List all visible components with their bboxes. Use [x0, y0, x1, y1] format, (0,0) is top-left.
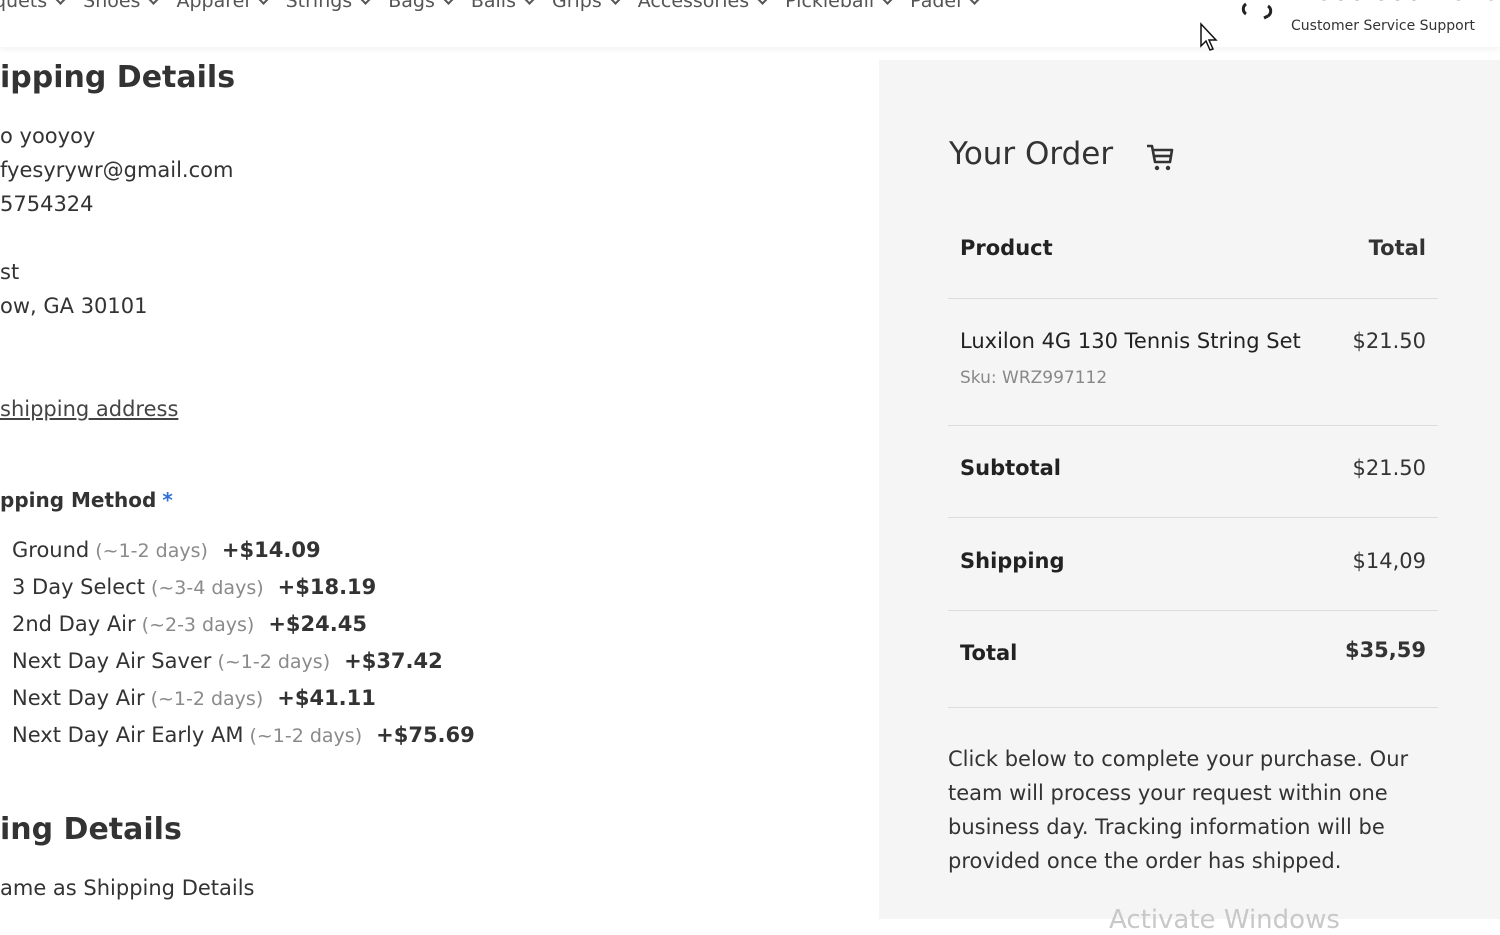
shipping-option-price: +$14.09	[221, 538, 321, 562]
chevron-down-icon	[147, 0, 161, 5]
address-street: st	[0, 260, 20, 284]
chevron-down-icon	[54, 0, 68, 5]
chevron-down-icon	[608, 0, 622, 5]
column-product: Product	[960, 236, 1053, 260]
shipping-row: Shipping $14,09	[948, 549, 1438, 589]
chevron-down-icon	[523, 0, 536, 5]
order-table-header: Product Total	[948, 236, 1438, 276]
billing-details-heading: ing Details	[0, 812, 182, 847]
shipping-option-3-day-select[interactable]: 3 Day Select (~3-4 days) +$18.19	[12, 575, 376, 599]
nav-item-padel[interactable]: Padel	[910, 0, 982, 12]
activate-windows-watermark: Activate Windows	[1109, 905, 1340, 935]
chevron-down-icon	[881, 0, 894, 5]
customer-email: fyesyrywr@gmail.com	[0, 158, 234, 182]
total-value: $35,59	[1344, 638, 1426, 662]
shipping-method-label: pping Method *	[0, 488, 173, 512]
nav-item-balls[interactable]: Balls	[470, 0, 536, 12]
chevron-down-icon	[968, 0, 982, 5]
shipping-option-days: (~1-2 days)	[249, 725, 363, 747]
change-shipping-address-link[interactable]: shipping address	[0, 397, 178, 421]
purchase-note: Click below to complete your purchase. O…	[948, 747, 1409, 873]
shipping-option-price: +$41.11	[277, 686, 376, 710]
nav-item-label: Balls	[470, 0, 516, 12]
nav-item-label: Accessories	[637, 0, 750, 12]
shipping-option-days: (~1-2 days)	[95, 540, 208, 562]
shipping-method-label-text: pping Method	[0, 488, 157, 512]
shipping-option-name: Next Day Air	[12, 686, 145, 710]
shipping-option-days: (~1-2 days)	[150, 688, 264, 710]
shipping-option-next-day-air[interactable]: Next Day Air (~1-2 days) +$41.11	[12, 686, 376, 710]
shipping-option-2nd-day-air[interactable]: 2nd Day Air (~2-3 days) +$24.45	[12, 612, 367, 636]
headset-icon	[1241, 2, 1273, 20]
customer-name: o yooyoy	[0, 124, 96, 148]
cart-icon	[1147, 144, 1174, 171]
chevron-down-icon	[256, 0, 270, 5]
required-marker: *	[162, 488, 173, 512]
divider	[948, 610, 1438, 611]
top-navigation: quets Shoes Apparel Strings Bags Balls G…	[0, 0, 1500, 47]
customer-support[interactable]: 1-866-999-7870 Customer Service Support	[1240, 0, 1500, 44]
nav-item-bags[interactable]: Bags	[388, 0, 455, 12]
shipping-label: Shipping	[960, 549, 1065, 573]
nav-item-label: Padel	[910, 0, 962, 12]
shipping-option-name: 2nd Day Air	[12, 612, 136, 636]
shipping-option-name: Next Day Air Saver	[12, 649, 212, 673]
nav-item-label: Shoes	[83, 0, 141, 12]
nav-item-label: Pickleball	[785, 0, 875, 12]
order-summary-panel: Your Order Product Total Luxilon 4G 130 …	[879, 60, 1500, 935]
shipping-option-price: +$24.45	[268, 612, 367, 636]
subtotal-label: Subtotal	[960, 456, 1061, 480]
shipping-option-name: Next Day Air Early AM	[12, 723, 244, 747]
shipping-option-price: +$18.19	[277, 575, 377, 599]
nav-item-accessories[interactable]: Accessories	[637, 0, 769, 12]
address-city-line: ow, GA 30101	[0, 294, 148, 318]
mouse-cursor-icon	[1200, 22, 1218, 51]
chevron-down-icon	[441, 0, 455, 5]
shipping-option-days: (~3-4 days)	[150, 577, 264, 599]
total-row: Total $35,59	[948, 638, 1438, 681]
shipping-option-price: +$37.42	[344, 649, 443, 673]
shipping-option-price: +$75.69	[376, 723, 475, 747]
order-line-item: Luxilon 4G 130 Tennis String Set $21.50 …	[948, 329, 1438, 399]
product-name: Luxilon 4G 130 Tennis String Set	[960, 329, 1301, 353]
shipping-option-name: 3 Day Select	[12, 575, 145, 599]
nav-item-shoes[interactable]: Shoes	[83, 0, 161, 12]
nav-item-rackets[interactable]: quets	[0, 0, 68, 12]
shipping-value: $14,09	[1352, 549, 1426, 573]
chevron-down-icon	[359, 0, 373, 5]
nav-menu: quets Shoes Apparel Strings Bags Balls G…	[0, 0, 997, 12]
shipping-option-next-day-air-early-am[interactable]: Next Day Air Early AM (~1-2 days) +$75.69	[12, 723, 475, 747]
shipping-option-ground[interactable]: Ground (~1-2 days) +$14.09	[12, 538, 321, 562]
nav-item-label: quets	[0, 0, 48, 12]
order-title: Your Order	[949, 136, 1114, 172]
support-phone-number[interactable]: 1-866-999-7870	[1290, 0, 1500, 6]
divider	[948, 298, 1438, 299]
column-total: Total	[1368, 236, 1426, 260]
product-sku: Sku: WRZ997112	[960, 368, 1108, 388]
nav-item-label: Bags	[388, 0, 435, 12]
shipping-option-days: (~1-2 days)	[217, 651, 331, 673]
subtotal-row: Subtotal $21.50	[948, 456, 1438, 496]
divider	[948, 517, 1438, 518]
divider	[948, 707, 1438, 708]
nav-item-label: Grips	[551, 0, 602, 12]
subtotal-value: $21.50	[1352, 456, 1426, 480]
same-as-shipping-checkbox-label[interactable]: ame as Shipping Details	[0, 876, 255, 900]
nav-item-label: Apparel	[176, 0, 250, 12]
shipping-details-heading: ipping Details	[0, 60, 236, 95]
total-label: Total	[960, 641, 1018, 665]
shipping-option-days: (~2-3 days)	[141, 614, 255, 636]
divider	[948, 425, 1438, 426]
nav-item-apparel[interactable]: Apparel	[176, 0, 270, 12]
support-label: Customer Service Support	[1291, 18, 1475, 34]
shipping-option-next-day-air-saver[interactable]: Next Day Air Saver (~1-2 days) +$37.42	[12, 649, 443, 673]
nav-item-label: Strings	[285, 0, 353, 12]
nav-item-strings[interactable]: Strings	[285, 0, 373, 12]
chevron-down-icon	[756, 0, 769, 5]
customer-phone: 5754324	[0, 192, 94, 216]
product-price: $21.50	[1352, 329, 1426, 353]
nav-item-pickleball[interactable]: Pickleball	[785, 0, 894, 12]
shipping-option-name: Ground	[12, 538, 90, 562]
nav-item-grips[interactable]: Grips	[551, 0, 622, 12]
